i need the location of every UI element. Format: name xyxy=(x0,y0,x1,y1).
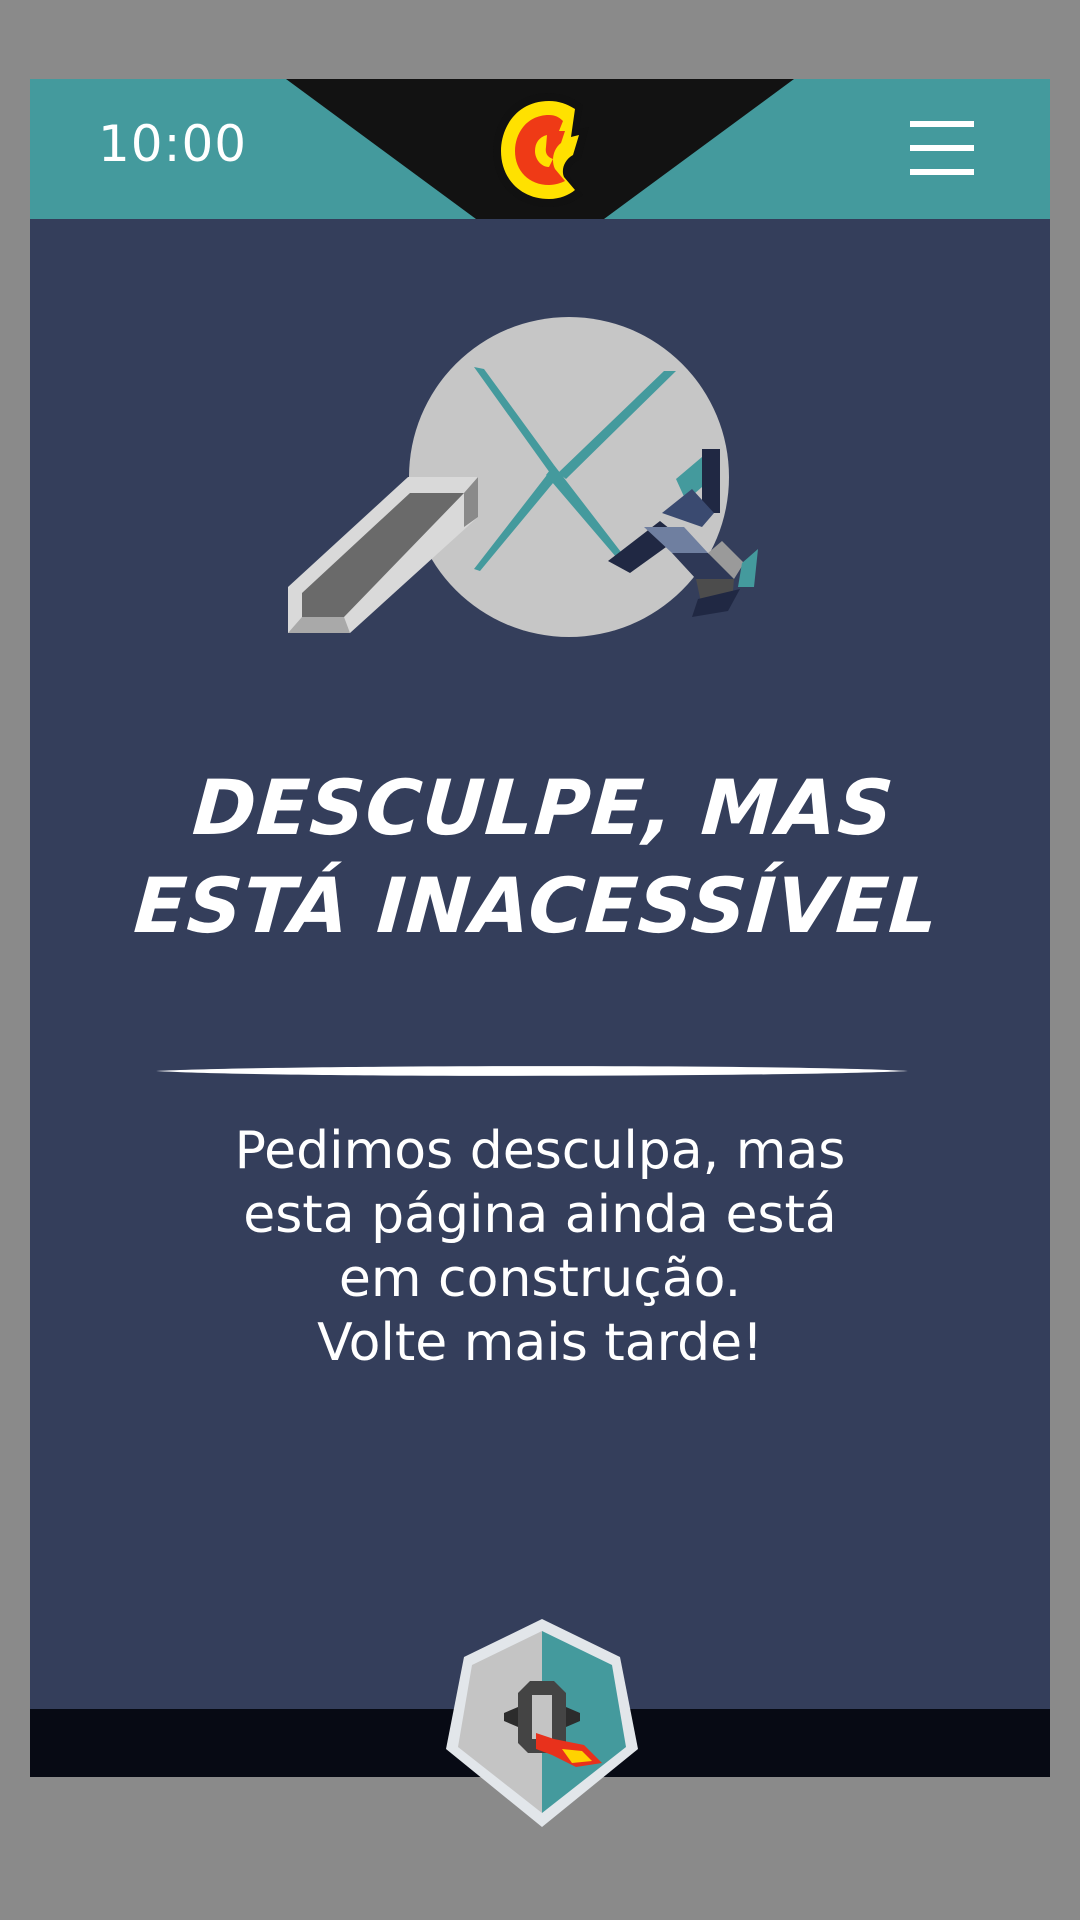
page-title: DESCULPE, MAS ESTÁ INACESSÍVEL xyxy=(23,759,1057,955)
title-divider xyxy=(156,1066,908,1076)
c-comic-logo-icon[interactable] xyxy=(491,87,597,211)
error-message: Pedimos desculpa, mas esta página ainda … xyxy=(30,1119,1050,1375)
message-line-4: Volte mais tarde! xyxy=(317,1313,763,1373)
message-line-2: esta página ainda está xyxy=(243,1185,837,1245)
status-time: 10:00 xyxy=(98,115,248,173)
top-bar: 10:00 xyxy=(30,79,1050,219)
page-title-line-1: DESCULPE, MAS xyxy=(189,763,897,852)
hexagon-q-emblem-icon[interactable] xyxy=(442,1617,642,1829)
message-line-3: em construção. xyxy=(338,1249,742,1309)
hamburger-menu-icon[interactable] xyxy=(910,119,978,181)
app-frame: 10:00 DESCULPE, MAS ESTÁ INACESSÍVEL Ped… xyxy=(30,79,1050,1827)
crossed-swords-icon xyxy=(288,317,788,647)
page-title-line-2: ESTÁ INACESSÍVEL xyxy=(131,861,942,950)
message-line-1: Pedimos desculpa, mas xyxy=(234,1121,846,1181)
